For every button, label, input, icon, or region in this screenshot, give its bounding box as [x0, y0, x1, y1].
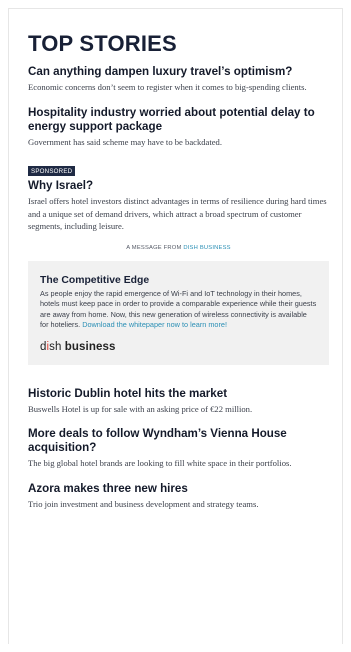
message-label: A MESSAGE FROM DISH BUSINESS [28, 245, 329, 251]
story-item[interactable]: More deals to follow Wyndham’s Vienna Ho… [28, 427, 329, 470]
story-item[interactable]: Historic Dublin hotel hits the market Bu… [28, 387, 329, 416]
dish-business-logo[interactable]: dish business [40, 341, 317, 353]
section-title: TOP STORIES [28, 31, 177, 56]
story-dek: Trio join investment and business develo… [28, 498, 259, 509]
article-panel: TOP STORIES Can anything dampen luxury t… [8, 8, 343, 644]
top-stories-section: TOP STORIES Can anything dampen luxury t… [9, 9, 342, 510]
message-label-prefix: A MESSAGE FROM [126, 244, 184, 251]
story-dek: Economic concerns don’t seem to register… [28, 82, 307, 92]
story-dek: The big global hotel brands are looking … [28, 458, 292, 468]
story-headline[interactable]: Hospitality industry worried about poten… [28, 106, 329, 134]
story-item[interactable]: Hospitality industry worried about poten… [28, 106, 329, 149]
sponsored-story[interactable]: SPONSORED Why Israel? Israel offers hote… [28, 160, 329, 233]
story-headline[interactable]: Azora makes three new hires [28, 482, 329, 496]
story-dek: Government has said scheme may have to b… [28, 136, 223, 147]
story-headline[interactable]: More deals to follow Wyndham’s Vienna Ho… [28, 427, 329, 455]
story-dek: Israel offers hotel investors distinct a… [28, 196, 327, 231]
logo-word-business: business [61, 340, 116, 353]
story-item[interactable]: Azora makes three new hires Trio join in… [28, 482, 329, 511]
story-dek: Buswells Hotel is up for sale with an as… [28, 403, 253, 414]
promo-body: As people enjoy the rapid emergence of W… [40, 289, 317, 331]
logo-letters-sh: sh [49, 340, 62, 353]
story-headline[interactable]: Historic Dublin hotel hits the market [28, 387, 329, 401]
promo-download-link[interactable]: Download the whitepaper now to learn mor… [82, 320, 227, 329]
promo-title: The Competitive Edge [40, 274, 150, 286]
message-brand-link[interactable]: DISH BUSINESS [183, 245, 230, 251]
promo-box: The Competitive Edge As people enjoy the… [28, 260, 329, 365]
story-headline[interactable]: Why Israel? [28, 179, 329, 193]
story-headline[interactable]: Can anything dampen luxury travel’s opti… [28, 65, 329, 79]
story-item[interactable]: Can anything dampen luxury travel’s opti… [28, 65, 329, 94]
sponsored-badge: SPONSORED [28, 166, 76, 176]
